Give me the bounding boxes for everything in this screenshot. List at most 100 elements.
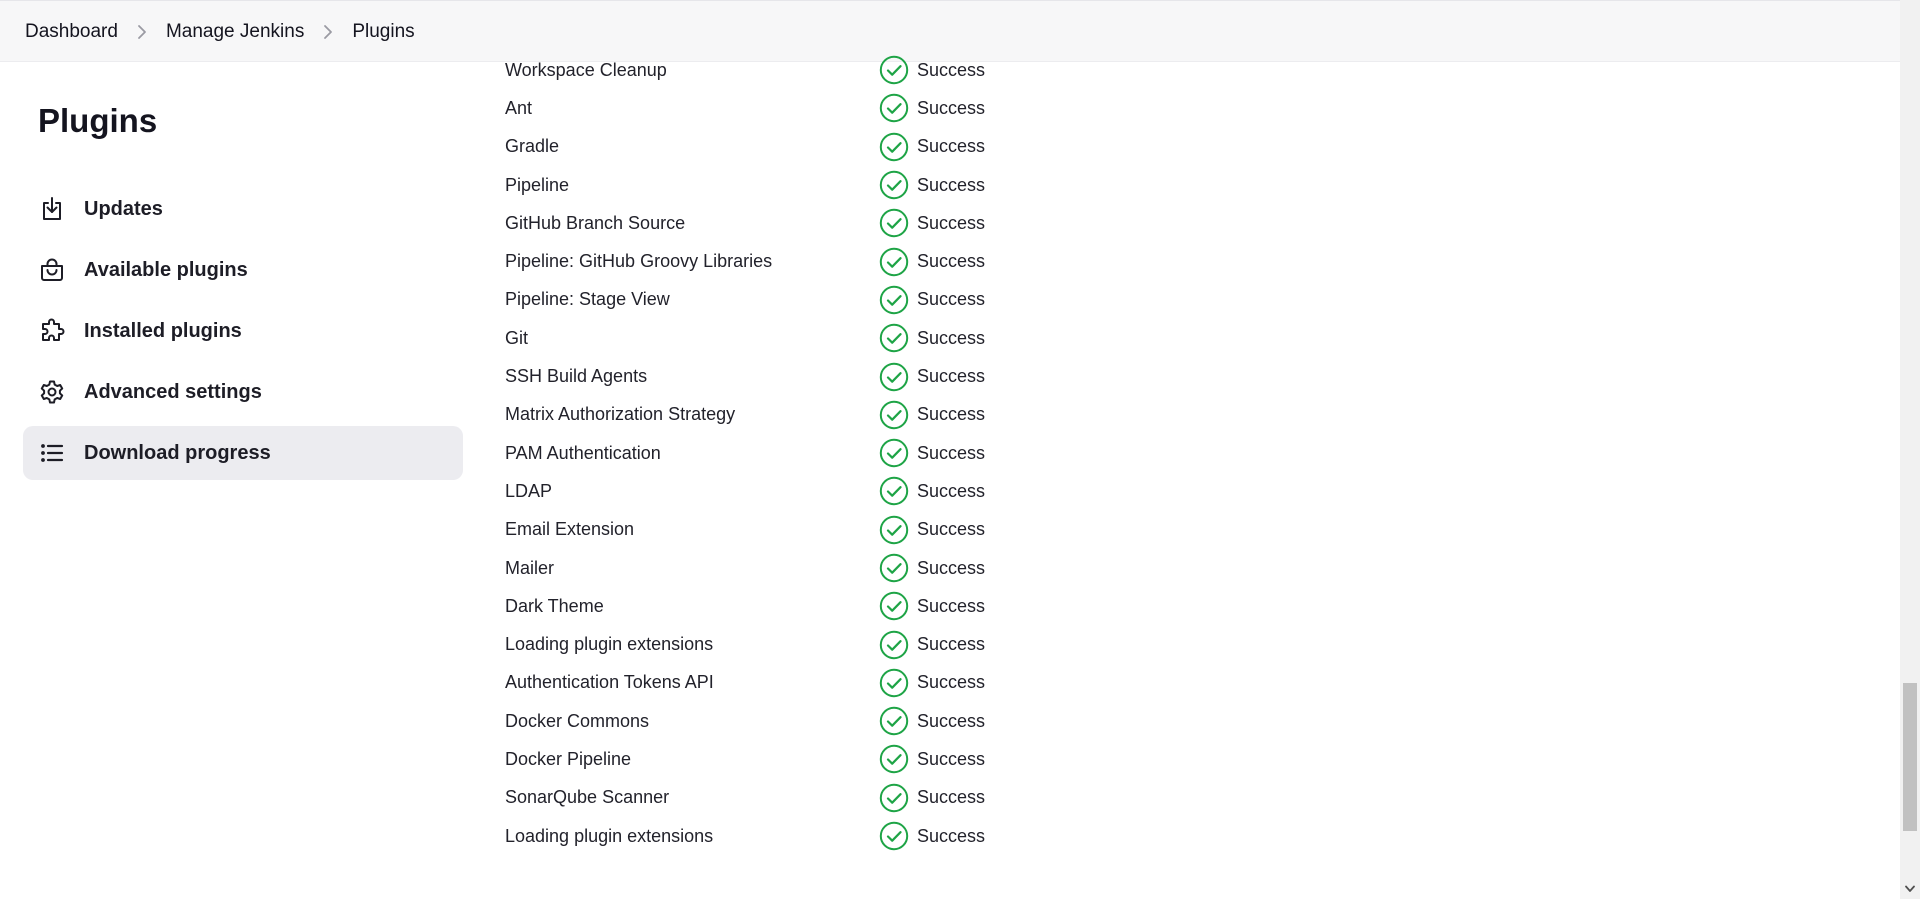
check-circle-icon (879, 93, 909, 123)
status-text: Success (917, 634, 986, 655)
sidebar-item-label: Download progress (84, 441, 271, 464)
list-item: Matrix Authorization Strategy Success (505, 396, 1105, 434)
check-circle-icon (879, 400, 909, 430)
plugin-name: Pipeline (505, 174, 570, 195)
status: Success (879, 400, 985, 430)
status-text: Success (917, 519, 986, 540)
check-circle-icon (879, 362, 909, 392)
breadcrumb: Dashboard Manage Jenkins Plugins (25, 1, 415, 63)
status: Success (879, 630, 985, 660)
plugin-name: LDAP (505, 480, 553, 501)
status-text: Success (917, 404, 986, 425)
puzzle-icon (39, 318, 65, 344)
check-circle-icon (879, 744, 909, 774)
status-text: Success (917, 557, 986, 578)
check-circle-icon (879, 476, 909, 506)
sidebar-item-advanced-settings[interactable]: Advanced settings (23, 365, 463, 419)
check-circle-icon (879, 706, 909, 736)
status: Success (879, 553, 985, 583)
status-text: Success (917, 595, 986, 616)
sidebar-item-label: Installed plugins (84, 319, 242, 342)
breadcrumb-plugins[interactable]: Plugins (352, 21, 414, 43)
list-item: Loading plugin extensions Success (505, 625, 1105, 663)
status: Success (879, 285, 985, 315)
plugin-name: Docker Commons (505, 710, 650, 731)
sidebar-item-label: Advanced settings (84, 380, 262, 403)
status: Success (879, 706, 985, 736)
plugin-name: Ant (505, 97, 533, 118)
status-text: Success (917, 825, 986, 846)
status-text: Success (917, 748, 986, 769)
sidebar-item-download-progress[interactable]: Download progress (23, 426, 463, 480)
check-circle-icon (879, 515, 909, 545)
plugin-name: Matrix Authorization Strategy (505, 404, 736, 425)
plugin-name: Email Extension (505, 519, 635, 540)
status: Success (879, 476, 985, 506)
check-circle-icon (879, 132, 909, 162)
sidebar-item-label: Available plugins (84, 258, 248, 281)
sidebar-item-available-plugins[interactable]: Available plugins (23, 243, 463, 297)
breadcrumb-manage-jenkins[interactable]: Manage Jenkins (166, 21, 304, 43)
plugin-name: SSH Build Agents (505, 366, 648, 387)
plugin-name: Mailer (505, 557, 555, 578)
page-title: Plugins (38, 102, 158, 139)
check-circle-icon (879, 783, 909, 813)
check-circle-icon (879, 438, 909, 468)
plugin-name: Dark Theme (505, 595, 604, 616)
plugin-name: PAM Authentication (505, 442, 661, 463)
list-item: GitHub Branch Source Success (505, 204, 1105, 242)
check-circle-icon (879, 821, 909, 851)
check-circle-icon (879, 630, 909, 660)
list-item: Mailer Success (505, 549, 1105, 587)
status: Success (879, 362, 985, 392)
list-item: PAM Authentication Success (505, 434, 1105, 472)
list-item: Pipeline: GitHub Groovy Libraries Success (505, 242, 1105, 280)
list-icon (39, 440, 65, 466)
plugin-name: Docker Pipeline (505, 748, 632, 769)
status: Success (879, 93, 985, 123)
vertical-scrollbar[interactable] (1900, 0, 1920, 899)
check-circle-icon (879, 553, 909, 583)
plugin-name: Authentication Tokens API (505, 672, 714, 693)
sidebar-nav: Updates Available plugins Installed plug… (23, 182, 463, 487)
status-text: Success (917, 97, 986, 118)
check-circle-icon (879, 323, 909, 353)
plugin-name: SonarQube Scanner (505, 787, 670, 808)
list-item: Docker Pipeline Success (505, 740, 1105, 778)
status-text: Success (917, 442, 986, 463)
status: Success (879, 208, 985, 238)
status-text: Success (917, 480, 986, 501)
sidebar-item-installed-plugins[interactable]: Installed plugins (23, 304, 463, 358)
status-text: Success (917, 136, 986, 157)
list-item: Pipeline Success (505, 166, 1105, 204)
sidebar-item-updates[interactable]: Updates (23, 182, 463, 236)
plugin-name: GitHub Branch Source (505, 212, 686, 233)
status-text: Success (917, 672, 986, 693)
chevron-right-icon (118, 24, 166, 40)
plugin-name: Workspace Cleanup (505, 59, 667, 80)
status: Success (879, 55, 985, 85)
plugin-name: Pipeline: GitHub Groovy Libraries (505, 251, 773, 272)
list-item: Loading plugin extensions Success (505, 817, 1105, 855)
status: Success (879, 438, 985, 468)
check-circle-icon (879, 285, 909, 315)
breadcrumb-dashboard[interactable]: Dashboard (25, 21, 118, 43)
check-circle-icon (879, 591, 909, 621)
list-item: Docker Commons Success (505, 702, 1105, 740)
status-text: Success (917, 251, 986, 272)
check-circle-icon (879, 170, 909, 200)
status: Success (879, 783, 985, 813)
scroll-down-arrow-icon[interactable] (1900, 879, 1920, 899)
plugin-name: Gradle (505, 136, 560, 157)
list-item: Authentication Tokens API Success (505, 664, 1105, 702)
scrollbar-thumb[interactable] (1903, 683, 1917, 831)
status-text: Success (917, 710, 986, 731)
list-item: Dark Theme Success (505, 587, 1105, 625)
status-text: Success (917, 59, 986, 80)
shopping-bag-icon (39, 257, 65, 283)
list-item: Git Success (505, 319, 1105, 357)
status: Success (879, 132, 985, 162)
status: Success (879, 170, 985, 200)
sidebar-item-label: Updates (84, 197, 163, 220)
check-circle-icon (879, 55, 909, 85)
